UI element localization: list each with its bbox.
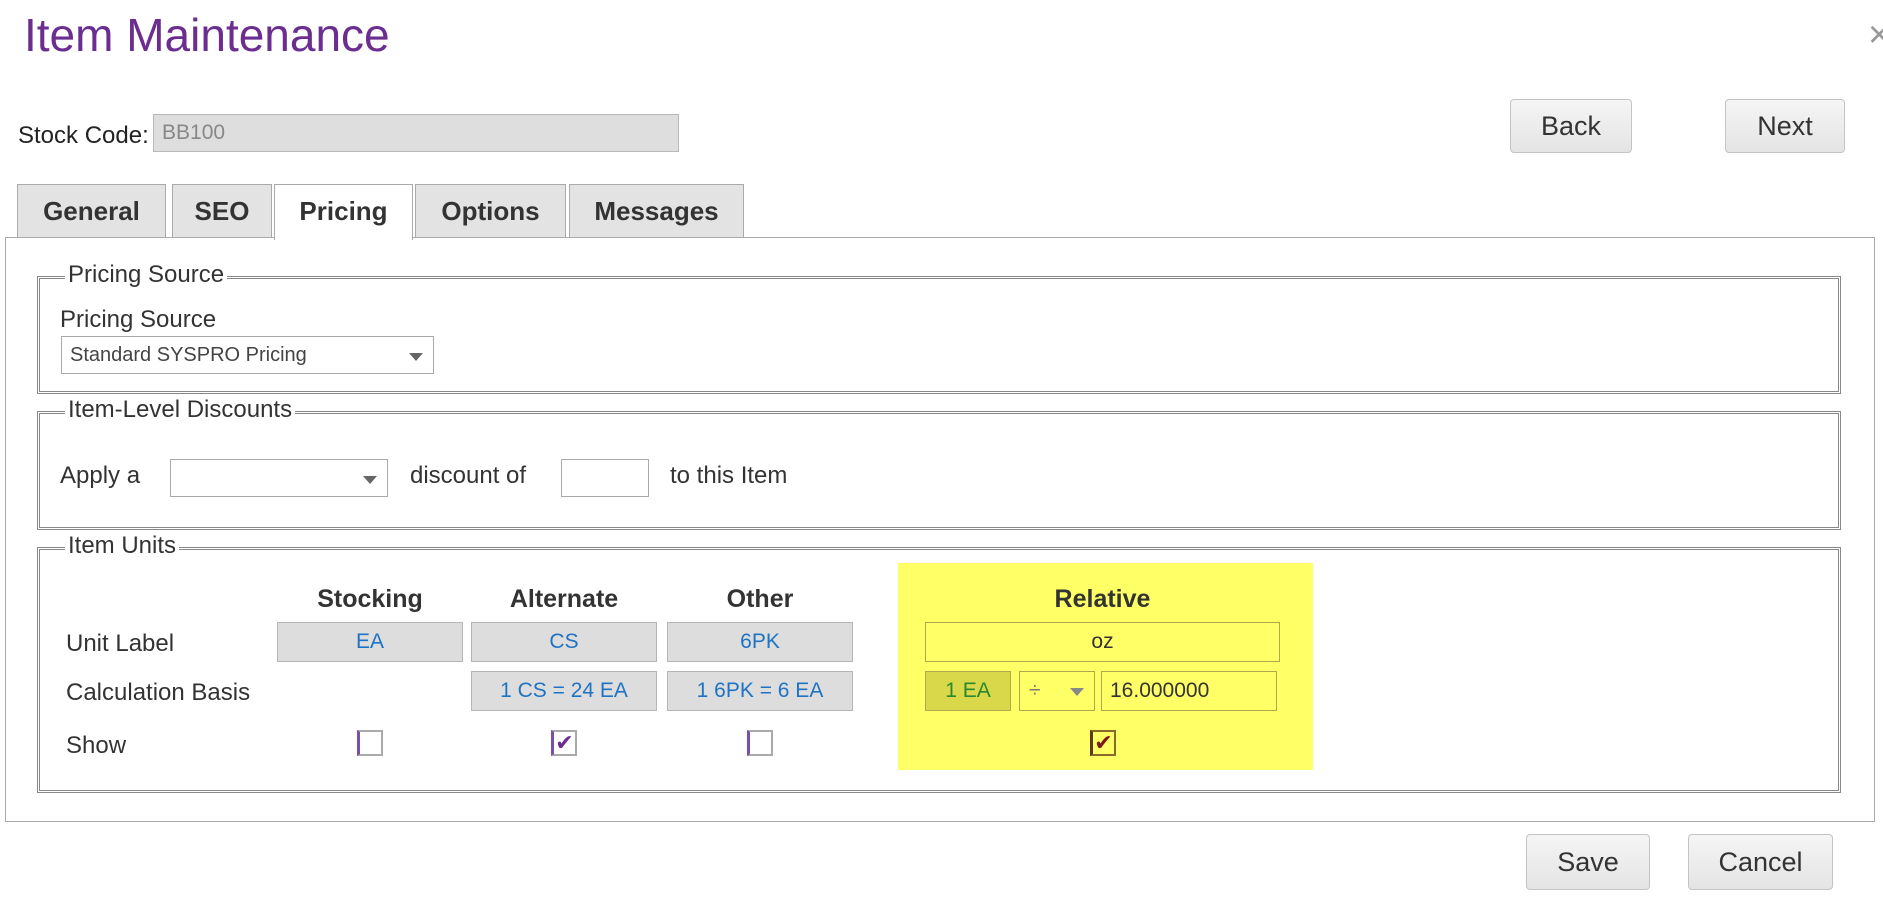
- relative-column-header: Relative: [1054, 585, 1151, 613]
- alternate-column-header: Alternate: [509, 585, 619, 613]
- chevron-down-icon: [1070, 688, 1084, 696]
- page-title: Item Maintenance: [24, 9, 390, 61]
- apply-a-label: Apply a: [60, 462, 141, 489]
- pricing-source-label: Pricing Source: [60, 306, 217, 333]
- relative-show-checkbox[interactable]: ✔: [1090, 730, 1116, 756]
- chevron-down-icon: [363, 476, 377, 484]
- relative-unit-field[interactable]: oz: [925, 622, 1280, 662]
- other-calculation-basis: 1 6PK = 6 EA: [667, 671, 853, 711]
- stock-code-field[interactable]: BB100: [153, 114, 679, 152]
- item-level-discounts-legend: Item-Level Discounts: [65, 396, 296, 424]
- alternate-unit-field[interactable]: CS: [471, 622, 657, 662]
- check-icon: ✔: [1094, 730, 1113, 755]
- calculation-basis-row-label: Calculation Basis: [66, 679, 251, 706]
- next-button[interactable]: Next: [1725, 99, 1845, 153]
- relative-operator-value: ÷: [1029, 679, 1041, 702]
- close-icon[interactable]: ×: [1868, 14, 1883, 57]
- tab-messages[interactable]: Messages: [569, 184, 744, 238]
- tab-options[interactable]: Options: [415, 184, 566, 238]
- back-button[interactable]: Back: [1510, 99, 1632, 153]
- save-button[interactable]: Save: [1526, 834, 1650, 890]
- check-icon: ✔: [555, 730, 574, 755]
- stocking-unit-field[interactable]: EA: [277, 622, 463, 662]
- other-column-header: Other: [726, 585, 794, 613]
- cancel-button[interactable]: Cancel: [1688, 834, 1833, 890]
- tab-seo[interactable]: SEO: [172, 184, 272, 238]
- discount-of-label: discount of: [410, 462, 527, 489]
- other-unit-field[interactable]: 6PK: [667, 622, 853, 662]
- tab-pricing[interactable]: Pricing: [274, 184, 413, 240]
- item-units-legend: Item Units: [65, 532, 180, 560]
- show-row-label: Show: [66, 732, 127, 759]
- pricing-source-value: Standard SYSPRO Pricing: [70, 344, 307, 366]
- alternate-calculation-basis: 1 CS = 24 EA: [471, 671, 657, 711]
- relative-factor-input[interactable]: 16.000000: [1101, 671, 1277, 711]
- stocking-show-checkbox[interactable]: [357, 730, 383, 756]
- relative-base-unit: 1 EA: [925, 671, 1011, 711]
- stocking-column-header: Stocking: [317, 585, 423, 613]
- discount-amount-input[interactable]: [561, 459, 649, 497]
- discount-type-select[interactable]: [170, 459, 388, 497]
- unit-label-row-label: Unit Label: [66, 630, 175, 657]
- alternate-show-checkbox[interactable]: ✔: [551, 730, 577, 756]
- relative-operator-select[interactable]: ÷: [1019, 671, 1095, 711]
- to-this-item-label: to this Item: [670, 462, 788, 489]
- other-show-checkbox[interactable]: [747, 730, 773, 756]
- pricing-source-select[interactable]: Standard SYSPRO Pricing: [61, 336, 434, 374]
- pricing-source-group: Pricing Source: [37, 261, 1841, 394]
- tab-general[interactable]: General: [17, 184, 166, 238]
- chevron-down-icon: [409, 353, 423, 361]
- stock-code-label: Stock Code:: [18, 122, 149, 149]
- pricing-source-legend: Pricing Source: [65, 261, 228, 289]
